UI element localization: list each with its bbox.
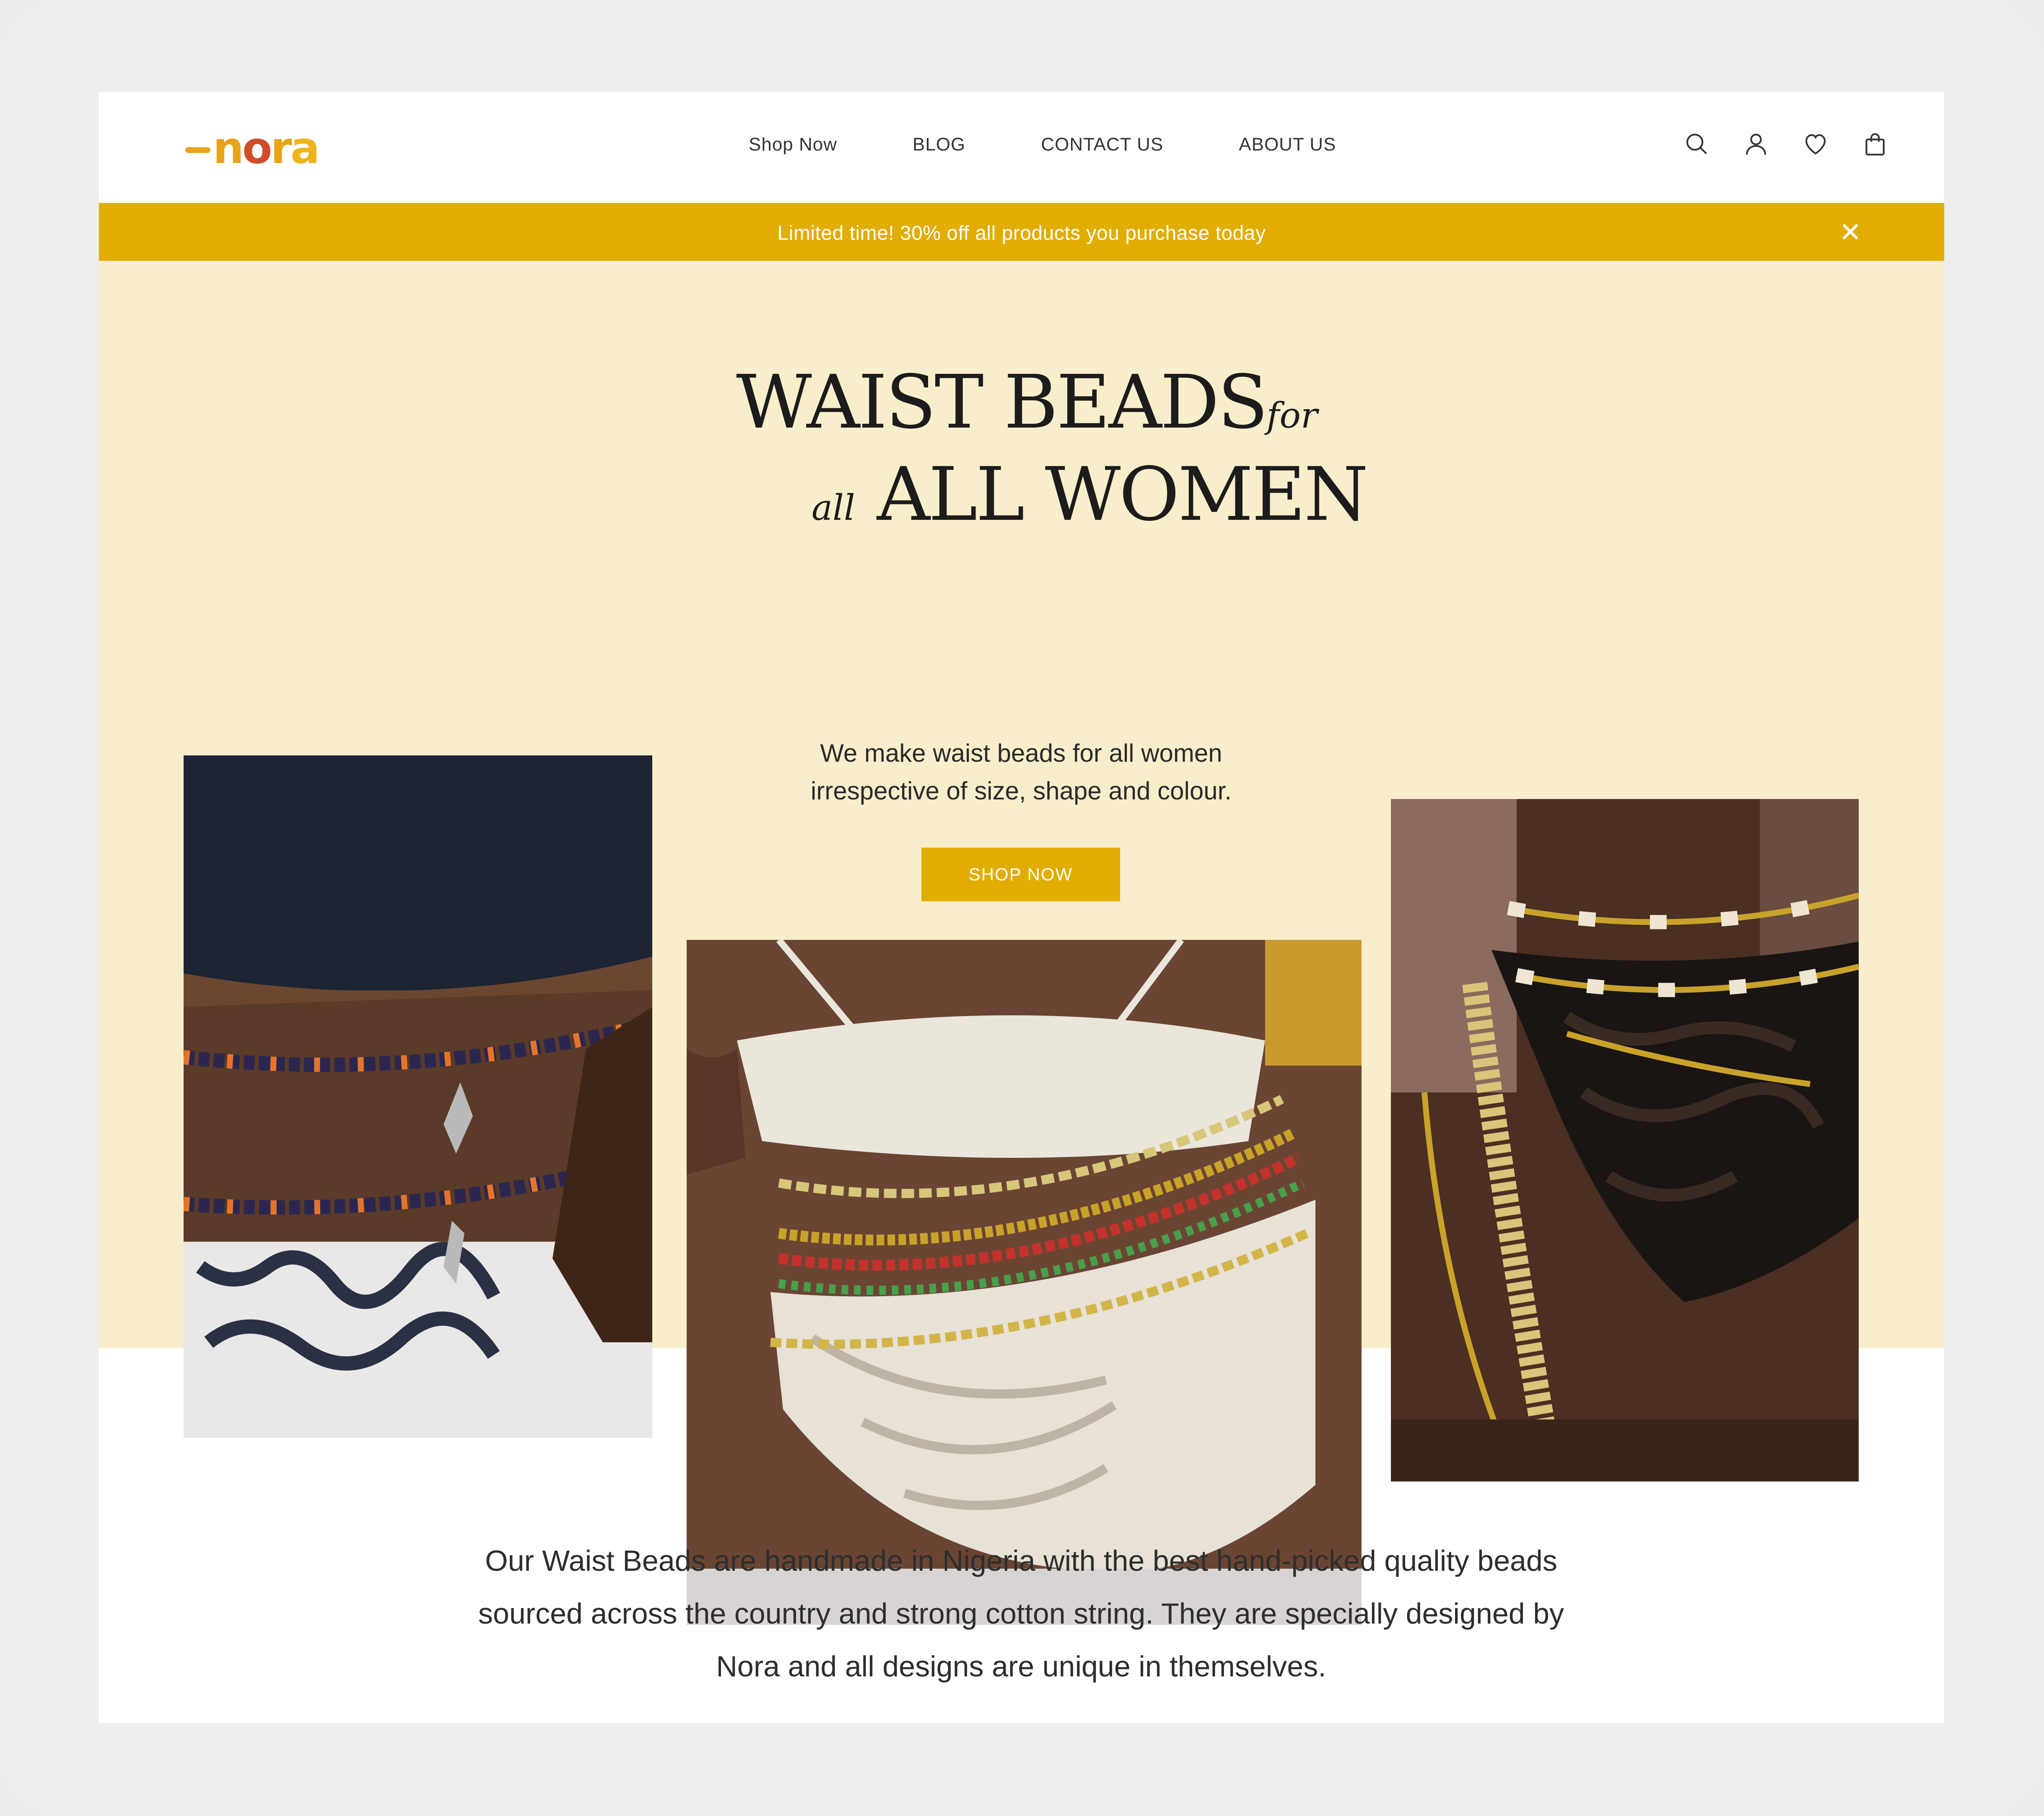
heart-icon[interactable] [1803, 131, 1829, 157]
search-icon[interactable] [1683, 131, 1709, 157]
main-nav: Shop Now BLOG CONTACT US ABOUT US [749, 134, 1411, 155]
hero-title-main1: WAIST BEADS [736, 359, 1268, 445]
site-header: n o r a Shop Now BLOG CONTACT US ABOUT U… [99, 92, 1944, 203]
header-icons [1650, 131, 1888, 157]
hero-subtitle-line2: irrespective of size, shape and colour. [811, 777, 1232, 805]
hero-title-small1: for [1266, 395, 1318, 436]
brand-logo[interactable]: n o r a [185, 122, 320, 174]
logo-letter-n: n [213, 122, 244, 174]
promo-text: Limited time! 30% off all products you p… [777, 222, 1266, 244]
nav-blog[interactable]: BLOG [913, 134, 965, 155]
about-text: Our Waist Beads are handmade in Nigeria … [350, 1534, 1692, 1693]
waist-beads-photo-3 [1391, 799, 1859, 1481]
window-frame: n o r a Shop Now BLOG CONTACT US ABOUT U… [0, 0, 2044, 1816]
user-icon[interactable] [1743, 131, 1769, 157]
waist-beads-photo-1 [184, 755, 652, 1438]
logo-letter-a: a [290, 122, 320, 174]
hero-section: WAIST BEADSfor all ALL WOMEN We make wai… [99, 261, 1944, 1625]
hero-subtitle: We make waist beads for all women irresp… [728, 734, 1315, 810]
promo-banner: Limited time! 30% off all products you p… [99, 203, 1944, 261]
close-icon[interactable]: ✕ [1834, 215, 1867, 249]
landing-page: n o r a Shop Now BLOG CONTACT US ABOUT U… [99, 92, 1944, 1723]
logo-letter-r: r [270, 122, 292, 174]
hero-title-small2: all [812, 487, 855, 528]
shop-now-button[interactable]: SHOP NOW [921, 848, 1120, 901]
about-line1: Our Waist Beads are handmade in Nigeria … [485, 1544, 1557, 1577]
about-line3: Nora and all designs are unique in thems… [716, 1650, 1326, 1683]
bag-icon[interactable] [1862, 131, 1888, 157]
hero-title-main2: ALL WOMEN [877, 451, 1369, 537]
hero-subtitle-line1: We make waist beads for all women [820, 739, 1222, 767]
waist-beads-photo-2 [687, 940, 1362, 1625]
logo-letter-o: o [242, 122, 272, 174]
hero-title-line2: all ALL WOMEN [812, 458, 1368, 532]
nav-contact-us[interactable]: CONTACT US [1041, 134, 1163, 155]
about-line2: sourced across the country and strong co… [478, 1597, 1564, 1630]
logo-mark [185, 147, 210, 153]
nav-shop-now[interactable]: Shop Now [749, 134, 837, 155]
hero-title-line1: WAIST BEADSfor [736, 366, 1318, 439]
nav-about-us[interactable]: ABOUT US [1239, 134, 1336, 155]
